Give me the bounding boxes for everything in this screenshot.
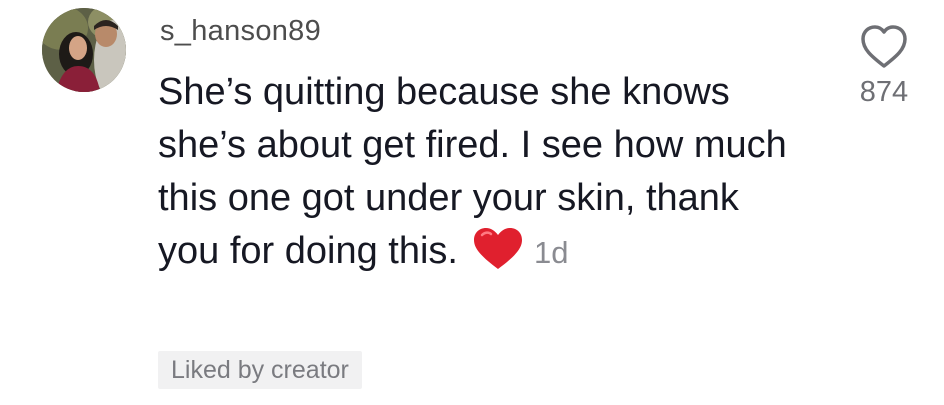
avatar[interactable] — [42, 8, 126, 92]
avatar-image — [42, 8, 126, 92]
comment-body: She’s quitting because she knows she’s a… — [158, 66, 798, 279]
comment-timestamp: 1d — [533, 235, 569, 270]
heart-outline-icon[interactable] — [860, 24, 908, 70]
like-section: 874 — [846, 24, 922, 109]
comment-username[interactable]: s_hanson89 — [160, 14, 321, 48]
red-heart-emoji-icon — [473, 228, 522, 269]
liked-by-creator-badge: Liked by creator — [158, 351, 362, 389]
like-count: 874 — [859, 76, 909, 108]
